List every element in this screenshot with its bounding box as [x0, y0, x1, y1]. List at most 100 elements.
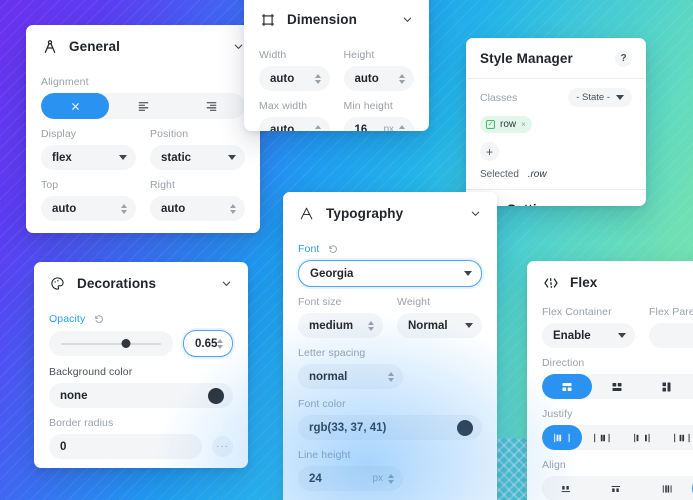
width-value: auto	[270, 72, 295, 85]
panel-flex-header[interactable]: Flex	[527, 261, 693, 297]
color-swatch[interactable]	[457, 419, 473, 436]
line-height-input[interactable]: 24 px	[298, 466, 403, 491]
background-color-input[interactable]: none	[49, 383, 233, 408]
weight-select[interactable]: Normal	[397, 313, 482, 338]
font-label-row: Font	[298, 243, 482, 255]
right-input[interactable]: auto	[150, 196, 245, 221]
alignment-option-none[interactable]	[41, 93, 109, 119]
height-field: Height auto	[343, 40, 414, 91]
line-height-value: 24	[309, 472, 322, 485]
panel-dimension-header[interactable]: Dimension	[244, 0, 429, 40]
justify-option-flex-start[interactable]	[542, 425, 582, 450]
display-label: Display	[41, 128, 77, 140]
top-input[interactable]: auto	[41, 196, 136, 221]
direction-option-row-reverse[interactable]	[592, 374, 642, 399]
stepper-icon[interactable]	[388, 371, 394, 382]
justify-option-flex-end[interactable]	[582, 425, 622, 450]
class-tag-row[interactable]: ✓ row ×	[480, 116, 532, 133]
panel-decorations-title: Decorations	[77, 276, 157, 291]
chevron-down-icon	[465, 323, 473, 328]
height-input[interactable]: auto	[343, 66, 414, 91]
typography-size-weight-row: Font size medium Weight Normal	[298, 287, 482, 338]
align-option-stretch[interactable]	[642, 476, 692, 500]
border-radius-control: 0 ···	[49, 434, 233, 459]
color-swatch[interactable]	[208, 387, 224, 404]
stepper-icon[interactable]	[368, 320, 374, 331]
align-option-flex-end[interactable]	[592, 476, 642, 500]
slider-knob[interactable]	[121, 339, 131, 348]
panel-dimension: Dimension Width auto Height auto Max wid…	[244, 0, 429, 131]
stepper-icon[interactable]	[399, 124, 405, 131]
stepper-icon[interactable]	[217, 338, 223, 349]
min-height-value: 16	[354, 123, 368, 132]
font-size-label: Font size	[298, 296, 342, 308]
border-radius-more-button[interactable]: ···	[212, 436, 233, 457]
direction-option-column[interactable]	[642, 374, 692, 399]
reset-icon[interactable]	[328, 244, 338, 254]
display-select[interactable]: flex	[41, 145, 136, 170]
line-height-unit: px	[372, 473, 383, 484]
letter-a-icon	[298, 205, 315, 222]
panel-decorations-header[interactable]: Decorations	[34, 262, 248, 304]
align-segmented-control	[542, 476, 693, 500]
panel-typography-header[interactable]: Typography	[283, 192, 497, 234]
position-select[interactable]: static	[150, 145, 245, 170]
justify-option-space-between[interactable]	[622, 425, 662, 450]
state-select[interactable]: - State -	[568, 88, 632, 107]
chevron-down-icon[interactable]	[618, 203, 632, 207]
stepper-icon[interactable]	[314, 73, 321, 84]
selected-label: Selected	[480, 169, 519, 180]
opacity-label-row: Opacity	[49, 313, 233, 325]
align-label: Align	[542, 459, 566, 471]
add-class-button[interactable]: +	[480, 142, 499, 161]
flex-container-label: Flex Container	[542, 306, 612, 318]
top-field: Top auto	[41, 170, 136, 221]
stepper-icon[interactable]	[399, 73, 405, 84]
top-label: Top	[41, 179, 59, 191]
border-radius-input[interactable]: 0	[49, 434, 202, 459]
width-input[interactable]: auto	[259, 66, 330, 91]
border-radius-value: 0	[60, 440, 67, 453]
selected-value: .row	[527, 169, 547, 180]
chevron-down-icon[interactable]	[400, 13, 414, 27]
alignment-option-align-left[interactable]	[109, 93, 177, 119]
direction-segmented-control	[542, 374, 693, 399]
opacity-slider[interactable]	[49, 331, 173, 356]
stepper-icon[interactable]	[230, 203, 236, 214]
chevron-down-icon	[616, 95, 624, 100]
stepper-icon[interactable]	[314, 124, 321, 131]
font-size-input[interactable]: medium	[298, 313, 383, 338]
top-value: auto	[52, 202, 77, 215]
flex-parent-select[interactable]	[649, 323, 693, 348]
chevron-down-icon[interactable]	[468, 207, 482, 221]
background-color-value: none	[60, 389, 88, 402]
height-label: Height	[343, 49, 375, 61]
max-width-input[interactable]: auto	[259, 117, 330, 131]
chevron-down-icon[interactable]	[231, 40, 245, 54]
help-icon[interactable]: ?	[615, 50, 632, 67]
align-option-flex-start[interactable]	[542, 476, 592, 500]
checkbox-icon[interactable]: ✓	[486, 120, 495, 129]
letter-spacing-input[interactable]: normal	[298, 364, 403, 389]
general-display-position-row: Display flex Position static	[41, 119, 245, 170]
panel-typography: Typography Font Georgia Font size medium…	[283, 192, 497, 500]
dimension-size-row: Width auto Height auto	[259, 40, 414, 91]
min-height-field: Min height 16 px	[343, 91, 414, 132]
reset-icon[interactable]	[94, 314, 104, 324]
opacity-input[interactable]: 0.65	[183, 330, 233, 357]
stepper-icon[interactable]	[388, 473, 394, 484]
panel-style-manager: Style Manager ? Classes - State - ✓ row …	[466, 38, 646, 206]
flex-container-select[interactable]: Enable	[542, 323, 635, 348]
weight-label: Weight	[397, 296, 431, 308]
font-select[interactable]: Georgia	[298, 260, 482, 287]
direction-option-row[interactable]	[542, 374, 592, 399]
chevron-down-icon[interactable]	[219, 277, 233, 291]
panel-general-header[interactable]: General	[26, 25, 260, 67]
font-color-input[interactable]: rgb(33, 37, 41)	[298, 415, 482, 440]
panel-dimension-title: Dimension	[287, 12, 357, 27]
close-icon[interactable]: ×	[521, 120, 526, 129]
justify-option-space-around[interactable]	[662, 425, 693, 450]
stepper-icon[interactable]	[121, 203, 127, 214]
min-height-input[interactable]: 16 px	[343, 117, 414, 132]
alignment-option-align-right[interactable]	[177, 93, 245, 119]
